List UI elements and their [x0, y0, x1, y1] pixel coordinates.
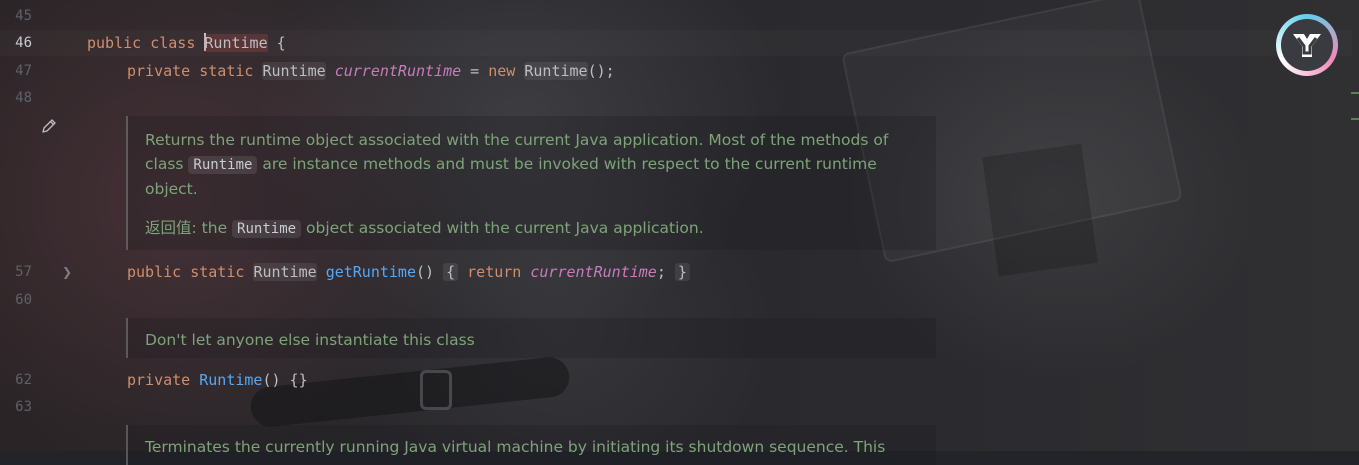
code-text: {	[267, 34, 286, 52]
doc-text: object.	[145, 180, 198, 198]
doc-text: Don't let anyone else instantiate this c…	[145, 331, 475, 349]
type-name: Runtime	[253, 263, 317, 281]
doc-text: class Runtime are instance methods and m…	[128, 152, 936, 177]
keyword: return	[467, 263, 522, 281]
code-text: ;	[656, 263, 666, 281]
doc-code-reference[interactable]: Runtime	[188, 156, 258, 174]
background-decoration	[420, 370, 452, 410]
code-line[interactable]: public class Runtime {	[87, 33, 286, 53]
line-number-active: 46	[15, 35, 32, 51]
field-name: currentRuntime	[530, 263, 657, 281]
logo-inner	[1281, 19, 1333, 71]
line-number: 57	[15, 264, 32, 280]
doc-text-segment: object associated with the current Java …	[306, 219, 704, 237]
line-number: 63	[15, 399, 32, 415]
doc-text: Terminates the currently running Java vi…	[145, 438, 886, 456]
javadoc-block[interactable]: Terminates the currently running Java vi…	[126, 425, 936, 465]
keyword: class	[150, 34, 196, 52]
keyword: public	[87, 34, 142, 52]
code-line[interactable]: private static Runtime currentRuntime = …	[127, 61, 615, 81]
background-decoration	[982, 143, 1098, 277]
field-name: currentRuntime	[334, 62, 462, 80]
folded-region-close[interactable]: }	[674, 263, 690, 281]
chevron-right-icon[interactable]: ❯	[62, 265, 72, 279]
background-decoration	[248, 355, 572, 429]
pencil-icon[interactable]	[40, 117, 58, 135]
doc-returns: 返回值: the Runtime object associated with …	[128, 216, 936, 241]
code-text: =	[461, 62, 489, 80]
returns-label: 返回值:	[145, 219, 197, 237]
doc-text-segment: the	[201, 219, 228, 237]
doc-text-segment: class	[145, 155, 184, 173]
line-number: 47	[15, 63, 32, 79]
class-name: Runtime	[204, 34, 268, 52]
doc-text: Returns the runtime object associated wi…	[145, 131, 889, 149]
constructor-name: Runtime	[199, 371, 263, 389]
code-text: ()	[416, 263, 435, 281]
doc-code-reference[interactable]: Runtime	[232, 220, 302, 238]
keyword: static	[190, 263, 245, 281]
keyword: static	[199, 62, 254, 80]
code-line[interactable]: private Runtime() {}	[127, 370, 308, 390]
javadoc-block[interactable]: Don't let anyone else instantiate this c…	[126, 318, 936, 358]
type-name: Runtime	[262, 62, 326, 80]
keyword: private	[127, 371, 191, 389]
doc-text-segment: are instance methods and must be invoked…	[262, 155, 877, 173]
scrollbar-marker[interactable]	[1351, 92, 1359, 94]
code-text: () {}	[262, 371, 308, 389]
scrollbar-marker[interactable]	[1351, 118, 1359, 120]
keyword: new	[488, 62, 516, 80]
line-number: 60	[15, 292, 32, 308]
line-number: 45	[15, 8, 32, 24]
line-number: 48	[15, 90, 32, 106]
method-name: getRuntime	[325, 263, 416, 281]
type-name: Runtime	[524, 62, 588, 80]
line-number: 62	[15, 372, 32, 388]
folded-region-open[interactable]: {	[443, 263, 459, 281]
code-text: ();	[587, 62, 615, 80]
javadoc-block[interactable]: Returns the runtime object associated wi…	[126, 116, 936, 250]
code-line[interactable]: public static Runtime getRuntime() { ret…	[127, 262, 690, 282]
keyword: private	[127, 62, 191, 80]
toolbox-logo-icon[interactable]	[1276, 14, 1338, 76]
keyword: public	[127, 263, 182, 281]
logo-glyph	[1293, 34, 1321, 57]
